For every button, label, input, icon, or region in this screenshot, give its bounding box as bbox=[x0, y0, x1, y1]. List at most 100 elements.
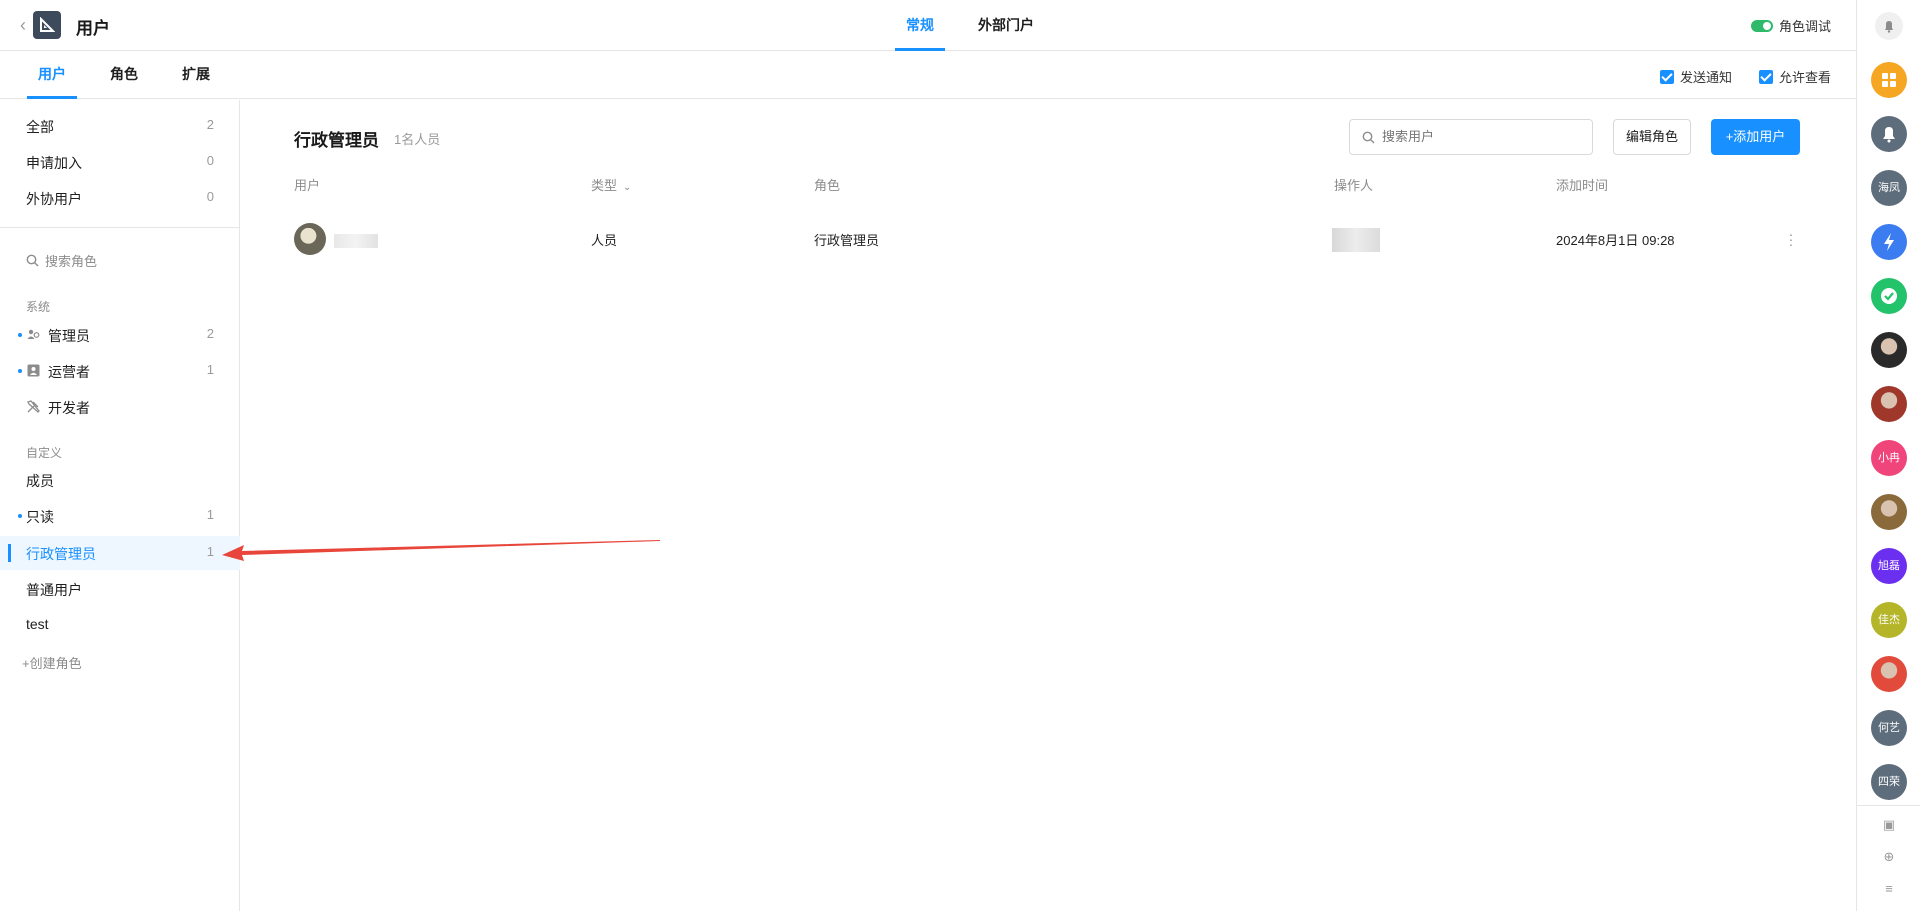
role-item-member[interactable]: 成员 bbox=[0, 463, 240, 497]
avatar-xulei[interactable]: 旭磊 bbox=[1871, 548, 1907, 584]
role-item-readonly[interactable]: 只读 1 bbox=[0, 499, 240, 533]
role-count: 1 bbox=[206, 544, 214, 559]
filter-label: 全部 bbox=[26, 119, 54, 135]
user-search-input[interactable] bbox=[1380, 128, 1580, 145]
app-logo bbox=[33, 11, 61, 39]
filter-label: 申请加入 bbox=[26, 155, 82, 171]
role-search-placeholder: 搜索角色 bbox=[45, 254, 98, 269]
role-item-developer[interactable]: 开发者 bbox=[0, 390, 240, 424]
role-item-test[interactable]: test bbox=[0, 608, 240, 642]
filter-all[interactable]: 全部 2 bbox=[0, 109, 240, 143]
checkbox-checked-icon[interactable] bbox=[1759, 69, 1773, 84]
contact-card-icon[interactable]: ▣ bbox=[1882, 818, 1896, 832]
redacted-operator bbox=[1332, 228, 1380, 252]
avatar-photo-4[interactable] bbox=[1871, 656, 1907, 692]
role-item-admin[interactable]: 管理员 2 bbox=[0, 318, 240, 352]
filter-count: 0 bbox=[206, 189, 214, 204]
role-label: 只读 bbox=[26, 509, 54, 525]
subtab-roles[interactable]: 角色 bbox=[110, 51, 138, 98]
avatar-initials: 海凤 bbox=[1878, 182, 1900, 194]
allow-view-label: 允许查看 bbox=[1779, 70, 1832, 85]
column-header-operator: 操作人 bbox=[1334, 178, 1374, 193]
user-role: 行政管理员 bbox=[814, 233, 880, 248]
role-count: 1 bbox=[206, 362, 214, 377]
chevron-down-icon[interactable]: ⌄ bbox=[623, 182, 631, 193]
filter-external-users[interactable]: 外协用户 0 bbox=[0, 181, 240, 215]
tools-icon bbox=[27, 400, 41, 414]
allow-view-checkbox[interactable]: 允许查看 bbox=[1759, 67, 1831, 86]
check-app-icon[interactable] bbox=[1871, 278, 1907, 314]
role-count: 1 bbox=[206, 507, 214, 522]
avatar-sirong[interactable]: 四荣 bbox=[1871, 764, 1907, 800]
sub-nav: 用户 角色 扩展 发送通知 允许查看 bbox=[0, 51, 1856, 99]
chevron-left-icon[interactable]: ‹ bbox=[20, 16, 34, 34]
member-count: 1名人员 bbox=[394, 132, 441, 147]
avatar-initials: 四荣 bbox=[1878, 776, 1900, 788]
avatar-photo-1[interactable] bbox=[1871, 332, 1907, 368]
avatar-heyi[interactable]: 何艺 bbox=[1871, 710, 1907, 746]
checkbox-checked-icon[interactable] bbox=[1660, 69, 1674, 84]
column-header-user: 用户 bbox=[294, 178, 321, 193]
tab-general[interactable]: 常规 bbox=[895, 0, 945, 51]
menu-collapse-icon[interactable]: ≡ bbox=[1882, 882, 1896, 896]
sidebar-divider bbox=[0, 227, 239, 228]
column-header-type-label: 类型 bbox=[591, 178, 618, 193]
users-icon bbox=[27, 328, 41, 342]
avatar-photo-3[interactable] bbox=[1871, 494, 1907, 530]
filter-pending-join[interactable]: 申请加入 0 bbox=[0, 145, 240, 179]
bell-icon[interactable] bbox=[1875, 12, 1903, 40]
role-label: 开发者 bbox=[48, 400, 90, 416]
edit-role-button[interactable]: 编辑角色 bbox=[1613, 119, 1691, 155]
send-notify-checkbox[interactable]: 发送通知 bbox=[1660, 67, 1732, 86]
lightning-app-icon[interactable] bbox=[1871, 224, 1907, 260]
role-label: 管理员 bbox=[48, 328, 90, 344]
apps-icon[interactable] bbox=[1871, 62, 1907, 98]
avatar-photo-2[interactable] bbox=[1871, 386, 1907, 422]
role-count: 2 bbox=[206, 326, 214, 341]
role-item-operator[interactable]: 运营者 1 bbox=[0, 354, 240, 388]
user-search-field[interactable] bbox=[1349, 119, 1593, 155]
page-title: 行政管理员 bbox=[294, 131, 379, 150]
rail-divider bbox=[1857, 805, 1920, 806]
subtab-users[interactable]: 用户 bbox=[27, 51, 77, 99]
avatar-initials: 小冉 bbox=[1878, 452, 1900, 464]
role-label: test bbox=[26, 616, 49, 632]
create-role-button[interactable]: +创建角色 bbox=[22, 653, 82, 672]
annotation-arrow bbox=[222, 540, 660, 561]
avatar-haifeng[interactable]: 海凤 bbox=[1871, 170, 1907, 206]
right-rail: 海凤小冉旭磊佳杰何艺四荣 ▣ ⊕ ≡ bbox=[1856, 0, 1920, 911]
bell-icon[interactable] bbox=[1871, 116, 1907, 152]
role-item-admin-staff[interactable]: 行政管理员 1 bbox=[0, 536, 240, 570]
role-label: 成员 bbox=[26, 473, 54, 489]
group-label-custom: 自定义 bbox=[26, 446, 63, 460]
avatar-initials: 佳杰 bbox=[1878, 614, 1900, 626]
role-label: 行政管理员 bbox=[26, 546, 96, 562]
add-user-button[interactable]: +添加用户 bbox=[1711, 119, 1800, 155]
id-card-icon bbox=[27, 364, 41, 378]
search-icon bbox=[1362, 131, 1375, 144]
role-debug-label: 角色调试 bbox=[1778, 19, 1831, 34]
role-debug-toggle-group[interactable]: 角色调试 bbox=[1750, 16, 1831, 35]
role-search[interactable]: 搜索角色 bbox=[26, 251, 97, 270]
subtab-extensions[interactable]: 扩展 bbox=[182, 51, 210, 98]
tab-external-portal[interactable]: 外部门户 bbox=[978, 0, 1034, 51]
role-item-normal-user[interactable]: 普通用户 bbox=[0, 572, 240, 606]
avatar-xiaoran[interactable]: 小冉 bbox=[1871, 440, 1907, 476]
avatar-jiajie[interactable]: 佳杰 bbox=[1871, 602, 1907, 638]
user-type: 人员 bbox=[591, 233, 618, 248]
column-header-added-time: 添加时间 bbox=[1556, 178, 1609, 193]
role-label: 运营者 bbox=[48, 364, 90, 380]
more-vertical-icon[interactable]: · · · bbox=[1788, 227, 1794, 251]
top-header: ‹ 用户 常规 外部门户 角色调试 bbox=[0, 0, 1856, 51]
send-notify-label: 发送通知 bbox=[1680, 70, 1733, 85]
add-circle-icon[interactable]: ⊕ bbox=[1882, 850, 1896, 864]
search-icon bbox=[26, 254, 39, 267]
column-header-type[interactable]: 类型 ⌄ bbox=[591, 175, 631, 194]
avatar-initials: 旭磊 bbox=[1878, 560, 1900, 572]
avatar[interactable] bbox=[294, 223, 326, 255]
table-row[interactable]: 人员 行政管理员 2024年8月1日 09:28 · · · bbox=[294, 218, 1804, 260]
avatar-initials: 何艺 bbox=[1878, 722, 1900, 734]
column-header-role: 角色 bbox=[814, 178, 841, 193]
role-label: 普通用户 bbox=[26, 582, 82, 598]
role-debug-toggle[interactable] bbox=[1750, 19, 1773, 32]
